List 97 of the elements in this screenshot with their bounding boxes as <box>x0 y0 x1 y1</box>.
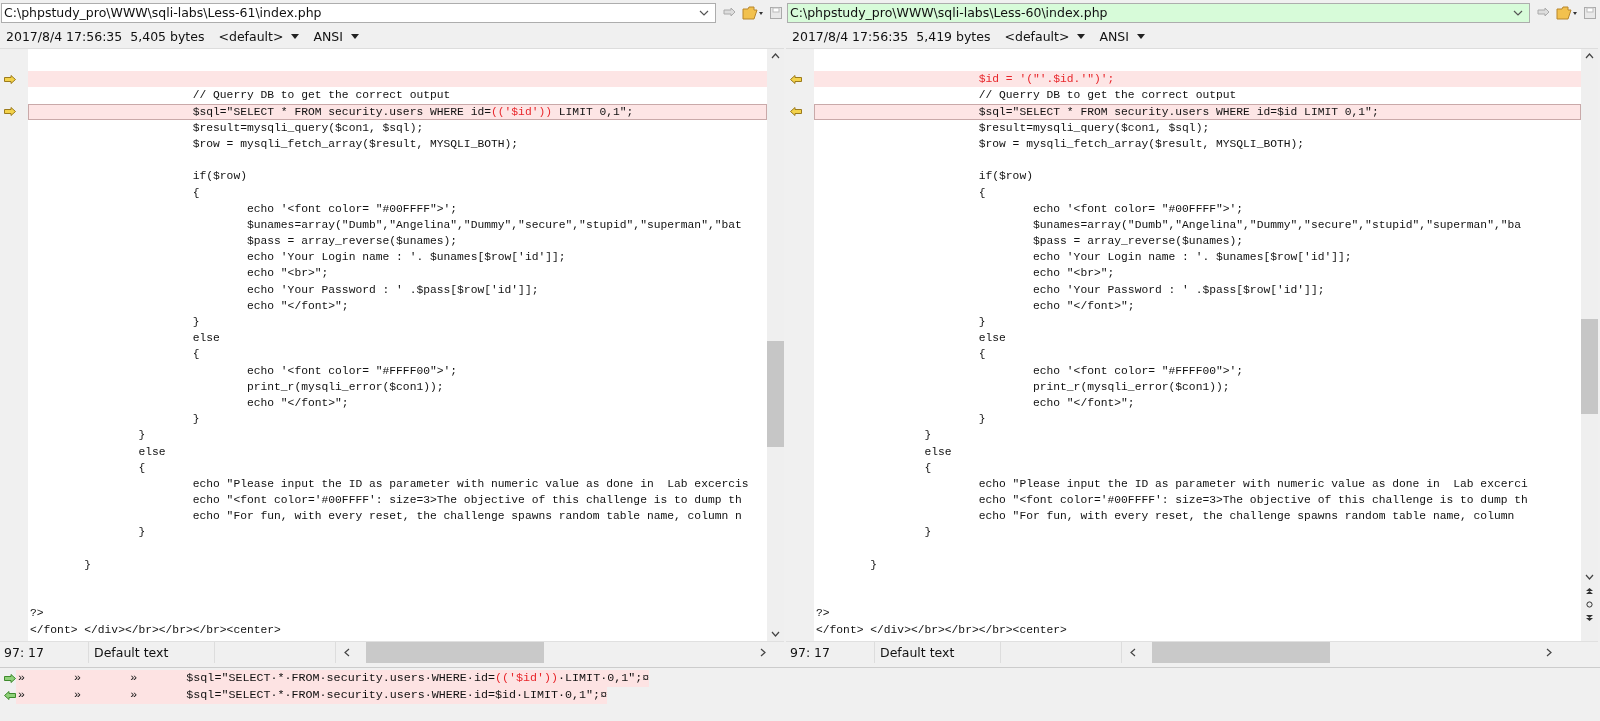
code-line: else <box>923 444 953 460</box>
dropdown-chevron-icon[interactable] <box>1513 9 1523 16</box>
code-line: { <box>977 185 987 201</box>
code-line: { <box>137 460 147 476</box>
code-line: } <box>191 412 201 428</box>
code-line: } <box>137 525 147 541</box>
scroll-down-icon[interactable] <box>771 631 780 637</box>
code-line: } <box>83 557 92 573</box>
code-line: $result=mysqli_query($con1, $sql); <box>977 120 1211 136</box>
codepage-dropdown[interactable]: <default> <box>218 28 284 44</box>
file-date: 2017/8/4 17:56:35 <box>792 28 909 44</box>
code-line: echo "</font>"; <box>245 298 350 314</box>
code-line: echo "<br>"; <box>1031 266 1116 282</box>
code-line: $pass = array_reverse($unames); <box>245 234 459 250</box>
scroll-right-icon[interactable] <box>1546 648 1552 657</box>
file-path-field[interactable]: C:\phpstudy_pro\WWW\sqli-labs\Less-60\index.php <box>787 2 1530 23</box>
next-diff-icon[interactable] <box>1586 614 1593 621</box>
scrollbar-thumb[interactable] <box>767 341 784 447</box>
code-line: echo "Please input the ID as parameter with numeric value as done in Lab excerci <box>977 476 1529 492</box>
code-line: ?> <box>815 606 831 622</box>
dropdown-triangle-icon[interactable] <box>1077 33 1086 39</box>
code-line: echo '<font color= "#FFFF00">'; <box>1031 363 1245 379</box>
scroll-up-icon[interactable] <box>771 53 780 59</box>
code-line: print_r(mysqli_error($con1)); <box>1031 379 1231 395</box>
code-line: echo 'Your Password : ' .$pass[$row['id']]; <box>1031 282 1326 298</box>
vertical-scrollbar[interactable] <box>1581 49 1598 641</box>
code-line: echo "</font>"; <box>1031 395 1136 411</box>
code-line: echo '<font color= "#00FFFF">'; <box>1031 201 1245 217</box>
code-line: echo "<font color='#00FFFF': size=3>The objective of this challenge is to dump th <box>191 493 743 509</box>
code-line: else <box>977 331 1007 347</box>
code-line: echo 'Your Login name : '. $unames[$row['id']]; <box>245 250 567 266</box>
scroll-down-icon[interactable] <box>1585 574 1594 580</box>
code-line: } <box>137 428 147 444</box>
cursor-position: 97: 17 <box>0 642 89 663</box>
code-line: $unames=array("Dumb","Angelina","Dummy","secure","stupid","superman","ba <box>1031 217 1523 233</box>
code-line: // Querry DB to get the correct output <box>191 88 452 104</box>
syntax-mode: Default text <box>875 642 1001 663</box>
dropdown-triangle-icon[interactable] <box>291 33 300 39</box>
previous-diff-icon[interactable] <box>1586 588 1593 595</box>
current-diff-icon[interactable] <box>1586 601 1593 608</box>
cursor-position: 97: 17 <box>786 642 875 663</box>
scroll-right-icon[interactable] <box>760 648 766 657</box>
code-line: echo "For fun, with every reset, the challenge spawns random table name, column <box>977 509 1516 525</box>
encoding-dropdown[interactable]: ANSI <box>313 28 343 44</box>
code-line: if($row) <box>191 169 248 185</box>
file-path-field[interactable]: C:\phpstudy_pro\WWW\sqli-labs\Less-61\index.php <box>1 2 716 23</box>
code-line: } <box>923 525 933 541</box>
encoding-dropdown[interactable]: ANSI <box>1099 28 1129 44</box>
scrollbar-thumb[interactable] <box>1581 319 1598 414</box>
dropdown-triangle-icon[interactable] <box>1136 33 1145 39</box>
code-line: echo "</font>"; <box>245 395 350 411</box>
code-line: $row = mysqli_fetch_array($result, MYSQLI_BOTH); <box>977 136 1306 152</box>
code-line: $unames=array("Dumb","Angelina","Dummy","secure","stupid","superman","bat <box>245 217 743 233</box>
code-line: echo '<font color= "#00FFFF">'; <box>245 201 459 217</box>
code-line: $result=mysqli_query($con1, $sql); <box>191 120 425 136</box>
code-line: echo "<br>"; <box>245 266 330 282</box>
code-line: print_r(mysqli_error($con1)); <box>245 379 445 395</box>
code-line: { <box>191 347 201 363</box>
code-line: if($row) <box>977 169 1034 185</box>
codepage-dropdown[interactable]: <default> <box>1004 28 1070 44</box>
code-line: </font> </div></br></br></br><center> <box>29 622 282 638</box>
file-date: 2017/8/4 17:56:35 <box>6 28 123 44</box>
vertical-scrollbar[interactable] <box>767 49 784 641</box>
code-line: } <box>923 428 933 444</box>
code-line: </font> </div></br></br></br><center> <box>815 622 1068 638</box>
folder-icon[interactable] <box>742 5 764 20</box>
code-line: echo "For fun, with every reset, the challenge spawns random table name, column n <box>191 509 743 525</box>
syntax-mode: Default text <box>89 642 215 663</box>
file-size: 5,419 bytes <box>916 28 991 44</box>
scrollbar-thumb[interactable] <box>1152 642 1330 663</box>
code-line: { <box>923 460 933 476</box>
code-line: } <box>869 557 878 573</box>
file-size: 5,405 bytes <box>130 28 205 44</box>
scroll-left-icon[interactable] <box>344 648 350 657</box>
code-line: echo "Please input the ID as parameter with numeric value as done in Lab excercis <box>191 476 750 492</box>
code-line: echo '<font color= "#FFFF00">'; <box>245 363 459 379</box>
folder-icon[interactable] <box>1556 5 1578 20</box>
code-line: // Querry DB to get the correct output <box>977 88 1238 104</box>
code-line: echo "<font color='#00FFFF': size=3>The objective of this challenge is to dump th <box>977 493 1529 509</box>
scroll-up-icon[interactable] <box>1585 53 1594 59</box>
code-line: { <box>191 185 201 201</box>
code-line: echo "</font>"; <box>1031 298 1136 314</box>
code-line: } <box>977 315 987 330</box>
dropdown-triangle-icon[interactable] <box>350 33 359 39</box>
code-line: ?> <box>29 606 45 622</box>
scrollbar-thumb[interactable] <box>366 642 544 663</box>
code-line: else <box>137 444 167 460</box>
code-line: echo 'Your Login name : '. $unames[$row['id']]; <box>1031 250 1353 266</box>
code-line: echo 'Your Password : ' .$pass[$row['id']]; <box>245 282 540 298</box>
code-line: { <box>977 347 987 363</box>
code-line: $row = mysqli_fetch_array($result, MYSQLI_BOTH); <box>191 136 520 152</box>
dropdown-chevron-icon[interactable] <box>699 9 709 16</box>
code-line: } <box>977 412 987 428</box>
code-line: else <box>191 331 221 347</box>
scroll-left-icon[interactable] <box>1130 648 1136 657</box>
code-line: } <box>191 315 201 330</box>
code-line: $pass = array_reverse($unames); <box>1031 234 1245 250</box>
